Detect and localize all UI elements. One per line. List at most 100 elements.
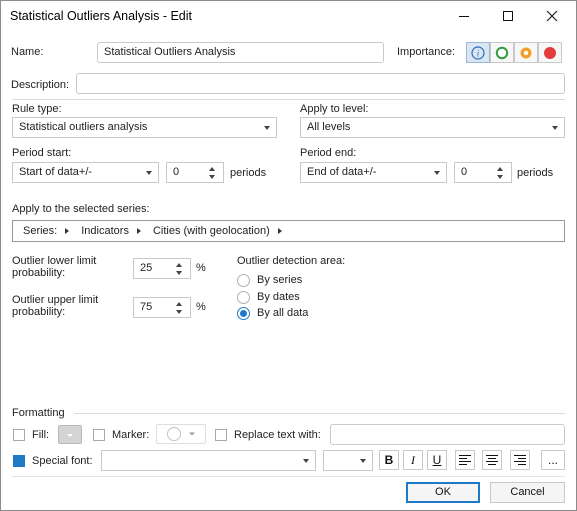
outlier-upper-stepper[interactable]: 75 — [133, 297, 191, 318]
outlier-upper-label-line2: probability: — [12, 306, 66, 318]
radio-by-dates-label[interactable]: By dates — [257, 291, 300, 303]
align-left-icon — [459, 455, 471, 465]
spin-down-icon[interactable] — [209, 175, 215, 179]
chevron-right-icon — [136, 227, 141, 234]
more-font-options-button[interactable]: ... — [541, 450, 565, 470]
align-right-icon — [514, 455, 526, 465]
chevron-down-icon — [434, 171, 440, 175]
breadcrumb-indicators[interactable]: Indicators — [81, 225, 129, 237]
chevron-down-icon — [264, 126, 270, 130]
align-left-button[interactable] — [455, 450, 475, 470]
close-icon — [546, 10, 558, 22]
series-breadcrumb[interactable]: Series: Indicators Cities (with geolocatio… — [12, 220, 565, 242]
importance-green-button[interactable] — [490, 42, 514, 63]
period-end-label: Period end: — [300, 147, 357, 159]
window-title: Statistical Outliers Analysis - Edit — [10, 9, 193, 23]
bold-button[interactable]: B — [379, 450, 399, 470]
info-icon: i — [471, 45, 485, 60]
green-circle-icon — [495, 46, 509, 59]
divider — [12, 99, 565, 100]
marker-picker[interactable] — [156, 424, 206, 444]
spin-down-icon[interactable] — [497, 175, 503, 179]
replace-text-checkbox[interactable] — [215, 429, 227, 441]
chevron-down-icon — [67, 433, 73, 437]
radio-by-dates[interactable] — [237, 291, 250, 304]
chevron-right-icon — [65, 227, 70, 234]
period-start-value: Start of data+/- — [19, 166, 93, 178]
rule-type-label: Rule type: — [12, 103, 62, 115]
outlier-upper-label: Outlier upper limit probability: — [12, 294, 98, 318]
series-label: Apply to the selected series: — [12, 203, 150, 215]
period-start-offset-stepper[interactable]: 0 — [166, 162, 224, 183]
align-center-button[interactable] — [482, 450, 502, 470]
rule-type-value: Statistical outliers analysis — [19, 121, 148, 133]
radio-by-series-label[interactable]: By series — [257, 274, 302, 286]
formatting-divider — [74, 413, 565, 414]
outlier-lower-unit: % — [196, 262, 206, 274]
period-end-offset-value: 0 — [461, 166, 468, 178]
description-label: Description: — [11, 79, 70, 91]
maximize-icon — [503, 11, 513, 21]
name-label: Name: — [11, 46, 44, 58]
period-start-offset-value: 0 — [173, 166, 180, 178]
period-start-select[interactable]: Start of data+/- — [12, 162, 159, 183]
formatting-label: Formatting — [12, 407, 65, 419]
marker-label: Marker: — [112, 429, 150, 441]
outlier-upper-value: 75 — [140, 301, 153, 313]
spin-down-icon[interactable] — [176, 310, 182, 314]
apply-level-select[interactable]: All levels — [300, 117, 565, 138]
breadcrumb-series[interactable]: Series: — [23, 225, 57, 237]
minimize-icon — [459, 16, 469, 17]
outlier-lower-stepper[interactable]: 25 — [133, 258, 191, 279]
period-end-value: End of data+/- — [307, 166, 377, 178]
maximize-button[interactable] — [486, 1, 530, 31]
chevron-down-icon — [146, 171, 152, 175]
align-center-icon — [486, 455, 498, 465]
description-input[interactable] — [76, 73, 565, 94]
checkbox-fill-icon — [15, 457, 23, 465]
fill-color-picker[interactable] — [58, 425, 82, 444]
spin-up-icon[interactable] — [209, 167, 215, 171]
font-name-select[interactable] — [101, 450, 316, 471]
close-button[interactable] — [530, 1, 574, 31]
minimize-button[interactable] — [442, 1, 486, 31]
fill-label: Fill: — [32, 429, 50, 441]
period-end-select[interactable]: End of data+/- — [300, 162, 447, 183]
marker-checkbox[interactable] — [93, 429, 105, 441]
radio-by-all-data-label[interactable]: By all data — [257, 307, 308, 319]
period-end-offset-stepper[interactable]: 0 — [454, 162, 512, 183]
orange-circle-icon — [520, 47, 532, 58]
font-size-select[interactable] — [323, 450, 373, 471]
fill-checkbox[interactable] — [13, 429, 25, 441]
importance-label: Importance: — [397, 46, 456, 58]
spin-down-icon[interactable] — [176, 271, 182, 275]
spin-up-icon[interactable] — [497, 167, 503, 171]
marker-circle-icon — [167, 427, 195, 441]
radio-by-series[interactable] — [237, 274, 250, 287]
italic-button[interactable]: I — [403, 450, 423, 470]
importance-red-button[interactable] — [538, 42, 562, 63]
spin-up-icon[interactable] — [176, 302, 182, 306]
name-input[interactable]: Statistical Outliers Analysis — [97, 42, 384, 63]
special-font-label: Special font: — [32, 455, 93, 467]
importance-orange-button[interactable] — [514, 42, 538, 63]
apply-level-label: Apply to level: — [300, 103, 369, 115]
period-start-label: Period start: — [12, 147, 72, 159]
breadcrumb-cities[interactable]: Cities (with geolocation) — [153, 225, 270, 237]
period-start-unit: periods — [230, 167, 267, 179]
cancel-button[interactable]: Cancel — [490, 482, 565, 503]
outlier-lower-label: Outlier lower limit probability: — [12, 255, 96, 279]
svg-text:i: i — [477, 48, 480, 58]
replace-text-input[interactable] — [330, 424, 565, 445]
outlier-lower-label-line1: Outlier lower limit — [12, 255, 97, 267]
special-font-checkbox[interactable] — [13, 455, 25, 467]
period-end-unit: periods — [517, 167, 554, 179]
underline-button[interactable]: U — [427, 450, 447, 470]
apply-level-value: All levels — [307, 121, 351, 133]
radio-by-all-data[interactable] — [237, 307, 250, 320]
ok-button[interactable]: OK — [406, 482, 480, 503]
rule-type-select[interactable]: Statistical outliers analysis — [12, 117, 277, 138]
importance-info-button[interactable]: i — [466, 42, 490, 63]
align-right-button[interactable] — [510, 450, 530, 470]
spin-up-icon[interactable] — [176, 263, 182, 267]
